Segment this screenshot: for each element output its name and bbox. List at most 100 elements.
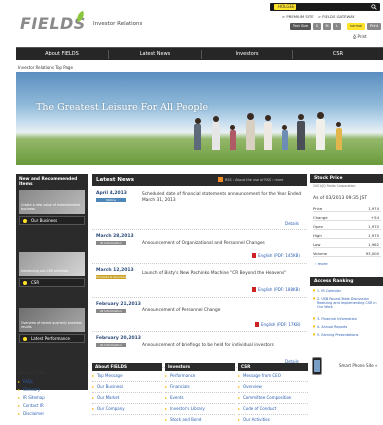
- footer-link[interactable]: Top Message: [92, 371, 162, 382]
- nav-investors[interactable]: Investors: [202, 48, 292, 61]
- footer-column-head[interactable]: About FIELDS: [92, 363, 162, 371]
- ranking-item[interactable]: 1. IR Calendar: [313, 289, 381, 293]
- ranking-item[interactable]: 2. USB Round-Table Discussion Realizing …: [313, 297, 381, 309]
- stock-value: 1,962: [368, 242, 379, 247]
- footer-investors-column: Investors Performance Financials Events …: [165, 363, 235, 425]
- csr-banner-caption: Introducing our CSR activities: [21, 269, 69, 274]
- ranking-item[interactable]: 5. Earning Presentations: [313, 333, 381, 337]
- news-item: April 4,2013 Notice Scheduled date of fi…: [92, 188, 307, 230]
- hero-banner: The Greatest Leisure For All People: [16, 72, 383, 165]
- footer-link[interactable]: Committee Composition: [238, 393, 308, 404]
- stock-key: Low: [313, 242, 321, 247]
- footer-link[interactable]: Financials: [165, 382, 235, 393]
- news-pdf-link[interactable]: English (PDF: 17KB): [255, 322, 300, 327]
- news-details-link[interactable]: Details: [285, 221, 299, 226]
- news-text[interactable]: Announcement of briefings to be held for…: [142, 343, 302, 349]
- footer-column-head[interactable]: CSR: [238, 363, 308, 371]
- helpful-info: Helpful Info FAQs Glossary IR Sitemap Co…: [18, 370, 88, 418]
- news-item: March 28,2013 IR Information Announcemen…: [92, 231, 307, 264]
- premium-site-link[interactable]: > PREMIUM SITE: [282, 14, 314, 19]
- pdf-icon: [252, 253, 256, 258]
- fields-gateway-link[interactable]: > FIELDS GATEWAY: [318, 14, 355, 19]
- news-tag: Notice: [96, 198, 126, 202]
- csr-button[interactable]: CSR: [19, 278, 85, 287]
- pdf-icon: [255, 322, 259, 327]
- text-size-large-button[interactable]: L: [333, 23, 341, 30]
- ranking-item[interactable]: 3. Financial Information: [313, 317, 381, 321]
- stock-value: 93,000: [365, 251, 379, 256]
- ranking-title: Access Ranking: [310, 277, 383, 286]
- rss-icon[interactable]: [218, 177, 223, 182]
- stock-value: 1,970: [368, 224, 379, 229]
- print-button[interactable]: ⎙ Print: [353, 34, 367, 39]
- business-banner-caption: Create a new value of entertainment busi…: [21, 203, 80, 212]
- stock-row: Volume 93,000: [313, 250, 381, 257]
- news-pdf-label: English (PDF: 188KB): [258, 287, 300, 292]
- news-tools[interactable]: RSS › About the use of RSS › more: [218, 174, 283, 186]
- news-pdf-link[interactable]: English (PDF: 145KB): [252, 253, 300, 258]
- news-title: Latest News: [96, 177, 135, 183]
- global-nav: About FIELDS Latest News Investors CSR: [16, 47, 383, 60]
- footer-link[interactable]: Our Business: [92, 382, 162, 393]
- normal-button[interactable]: normal: [347, 23, 365, 30]
- stock-row: High 1,975: [313, 232, 381, 239]
- util-print-button[interactable]: Print: [367, 23, 381, 30]
- ir-sitemap-link[interactable]: IR Sitemap: [18, 394, 88, 402]
- footer-link[interactable]: Our Market: [92, 393, 162, 404]
- our-business-button[interactable]: Our Business: [19, 216, 85, 225]
- our-business-label: Our Business: [31, 218, 58, 223]
- footer-link[interactable]: Our Company: [92, 404, 162, 415]
- search-box: [270, 3, 380, 11]
- news-date: March 28,2013: [96, 234, 134, 239]
- footer-link[interactable]: Overview: [238, 382, 308, 393]
- glossary-link[interactable]: Glossary: [18, 386, 88, 394]
- access-ranking-panel: Access Ranking 1. IR Calendar 2. USB Rou…: [310, 277, 383, 367]
- news-tools-text[interactable]: RSS › About the use of RSS › more: [225, 178, 283, 182]
- recommended-title: New and Recommended Items: [19, 177, 78, 187]
- news-date: March 12,2013: [96, 268, 134, 273]
- header: FIELDS Investor Relations > PREMIUM SITE…: [0, 0, 383, 44]
- news-text[interactable]: Announcement of Personnel Change: [142, 308, 302, 314]
- footer-link[interactable]: Our Activities: [238, 415, 308, 425]
- smartphone-icon[interactable]: [312, 357, 322, 375]
- business-banner[interactable]: Create a new value of entertainment busi…: [19, 190, 85, 214]
- footer-link[interactable]: Investor's Library: [165, 404, 235, 415]
- footer-link[interactable]: Performance: [165, 371, 235, 382]
- footer-link[interactable]: Events: [165, 393, 235, 404]
- logo-subtitle: Investor Relations: [93, 21, 143, 27]
- news-item: February 21,2013 IR Information Announce…: [92, 299, 307, 332]
- news-pdf-label: English (PDF: 17KB): [261, 322, 301, 327]
- nav-latest-news[interactable]: Latest News: [109, 48, 201, 61]
- stock-key: Change: [313, 215, 328, 220]
- news-text[interactable]: Launch of Bisty's New Pachinko Machine "…: [142, 271, 302, 277]
- ranking-item[interactable]: 4. Annual Reports: [313, 325, 381, 329]
- news-date: February 20,2013: [96, 336, 141, 341]
- text-size-small-button[interactable]: S: [313, 23, 321, 30]
- search-icon[interactable]: [371, 4, 377, 10]
- contact-ir-link[interactable]: Contact IR: [18, 402, 88, 410]
- disclaimer-link[interactable]: Disclaimer: [18, 410, 88, 418]
- news-tag: IR Information: [96, 343, 126, 347]
- performance-banner-caption: Overview of recent quarterly business re…: [21, 321, 82, 330]
- footer-link[interactable]: Message from CEO: [238, 371, 308, 382]
- news-pdf-link[interactable]: English (PDF: 188KB): [252, 287, 300, 292]
- search-input[interactable]: [274, 4, 296, 10]
- nav-about-fields[interactable]: About FIELDS: [16, 48, 108, 61]
- bullet-icon: [23, 281, 27, 285]
- faqs-link[interactable]: FAQs: [18, 378, 88, 386]
- print-label: Print: [357, 34, 367, 39]
- performance-banner[interactable]: Overview of recent quarterly business re…: [19, 308, 85, 332]
- stock-more-link[interactable]: › more: [315, 261, 328, 266]
- nav-csr[interactable]: CSR: [293, 48, 383, 61]
- smartphone-site-link[interactable]: Smart Phone Site »: [339, 363, 377, 368]
- latest-performance-button[interactable]: Latest Performance: [19, 334, 85, 343]
- news-text[interactable]: Scheduled date of financial statements a…: [142, 192, 302, 204]
- stock-title: Stock Price: [310, 174, 383, 183]
- stock-price-panel: Stock Price 2001/JQ Fields Corporation A…: [310, 174, 383, 274]
- footer-link[interactable]: Code of Conduct: [238, 404, 308, 415]
- footer-link[interactable]: Stock and Bond: [165, 415, 235, 425]
- footer-column-head[interactable]: Investors: [165, 363, 235, 371]
- text-size-medium-button[interactable]: M: [323, 23, 331, 30]
- csr-banner[interactable]: Introducing our CSR activities: [19, 252, 85, 276]
- news-text[interactable]: Announcement of Organizational and Perso…: [142, 241, 302, 247]
